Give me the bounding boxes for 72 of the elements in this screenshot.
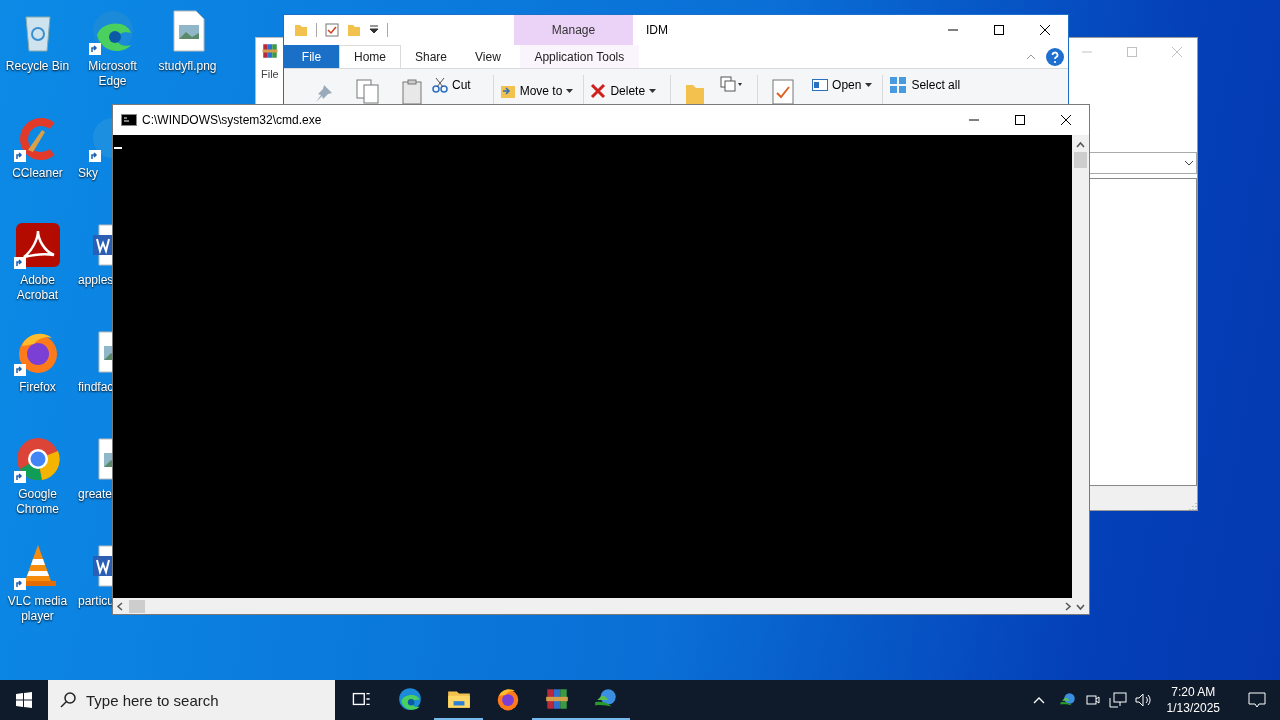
window-icon	[812, 77, 829, 93]
ribbon-tab[interactable]: Share	[401, 45, 462, 68]
desktop-icon-label[interactable]: Recycle Bin	[1, 59, 74, 74]
vertical-scrollbar[interactable]	[1072, 135, 1089, 598]
desktop-icon-label[interactable]: Sky	[75, 166, 98, 181]
context-tab-header: Manage	[514, 15, 633, 45]
scroll-right-icon[interactable]	[1063, 601, 1072, 611]
speech-bubble-icon	[1248, 692, 1266, 708]
search-field[interactable]: Type here to search	[48, 680, 335, 720]
ribbon-tab[interactable]: File	[284, 45, 339, 68]
ribbon-tab[interactable]: View	[461, 45, 515, 68]
chevron-down-icon	[1184, 160, 1194, 166]
collapse-ribbon-icon[interactable]	[1026, 53, 1036, 60]
properties-icon[interactable]	[772, 79, 795, 105]
desktop-icon-label[interactable]: studyfl.png	[151, 59, 224, 74]
volume-icon[interactable]	[1134, 692, 1153, 708]
checklist-icon[interactable]	[325, 23, 339, 37]
close-icon	[1061, 115, 1071, 125]
list-box[interactable]	[1089, 178, 1197, 486]
desktop-icon-label[interactable]: VLC media player	[1, 594, 74, 624]
desktop-icon-label[interactable]: Adobe Acrobat	[1, 273, 74, 303]
maximize-icon	[1015, 115, 1025, 125]
scroll-left-icon[interactable]	[116, 601, 125, 611]
resize-grip-icon[interactable]	[1189, 502, 1197, 510]
scissors-icon	[432, 77, 448, 93]
clock[interactable]: 7:20 AM 1/13/2025	[1160, 684, 1226, 716]
copy-to-icon[interactable]	[719, 75, 744, 95]
camera-icon[interactable]	[1084, 692, 1101, 708]
dropdown-caret-icon[interactable]	[369, 25, 379, 35]
dropdown-caret-icon	[649, 89, 657, 93]
ribbon-tab[interactable]: Application Tools	[519, 45, 639, 68]
ribbon-button[interactable]: Open	[812, 75, 873, 95]
window-title: IDM	[646, 22, 669, 39]
pin-icon[interactable]	[314, 83, 334, 105]
copy-icon[interactable]	[356, 79, 380, 105]
windows-logo-icon	[16, 692, 32, 708]
ribbon-tab[interactable]: Home	[339, 45, 401, 68]
grid-select-icon	[889, 76, 908, 94]
clipboard-icon[interactable]	[402, 79, 422, 105]
help-icon[interactable]	[1046, 47, 1064, 66]
ribbon-button[interactable]: Delete	[590, 81, 657, 101]
delete-x-icon	[590, 83, 607, 99]
console-icon	[121, 114, 137, 126]
desktop-icon-label[interactable]: findfac	[75, 380, 114, 395]
scrollbar-thumb[interactable]	[1074, 152, 1087, 168]
ribbon-button[interactable]: Select all	[889, 75, 961, 95]
search-icon	[60, 692, 76, 708]
desktop-icon-label[interactable]: Microsoft Edge	[76, 59, 149, 89]
ribbon-button[interactable]: Cut	[432, 75, 471, 95]
window-title: C:\WINDOWS\system32\cmd.exe	[142, 112, 323, 129]
desktop-icon-label[interactable]: Firefox	[1, 380, 74, 395]
acrobat-icon	[13, 221, 62, 269]
close-icon	[1172, 47, 1182, 57]
scrollbar-thumb[interactable]	[129, 599, 145, 613]
dropdown-caret-icon	[566, 89, 574, 93]
desktop-icon-label[interactable]: apples	[75, 273, 114, 288]
desktop-icon-label[interactable]: Google Chrome	[1, 487, 74, 517]
desktop-icon-label[interactable]: particu	[75, 594, 115, 609]
close-icon	[1040, 25, 1050, 35]
desktop-icon-label[interactable]: CCleaner	[1, 166, 74, 181]
dropdown-caret-icon	[865, 83, 873, 87]
chevron-up-icon[interactable]	[1032, 696, 1045, 704]
maximize-icon	[1127, 47, 1137, 57]
edge-icon	[396, 686, 423, 712]
network-icon[interactable]	[1108, 692, 1127, 708]
ribbon-button[interactable]: Move to	[499, 81, 574, 101]
menu-item[interactable]: File	[261, 66, 279, 83]
winrar-books-icon	[543, 686, 570, 712]
desktop-icon-label[interactable]: greate	[75, 487, 113, 502]
scroll-up-icon[interactable]	[1076, 140, 1085, 149]
winrar-books-icon	[261, 42, 279, 60]
maximize-icon	[994, 25, 1004, 35]
